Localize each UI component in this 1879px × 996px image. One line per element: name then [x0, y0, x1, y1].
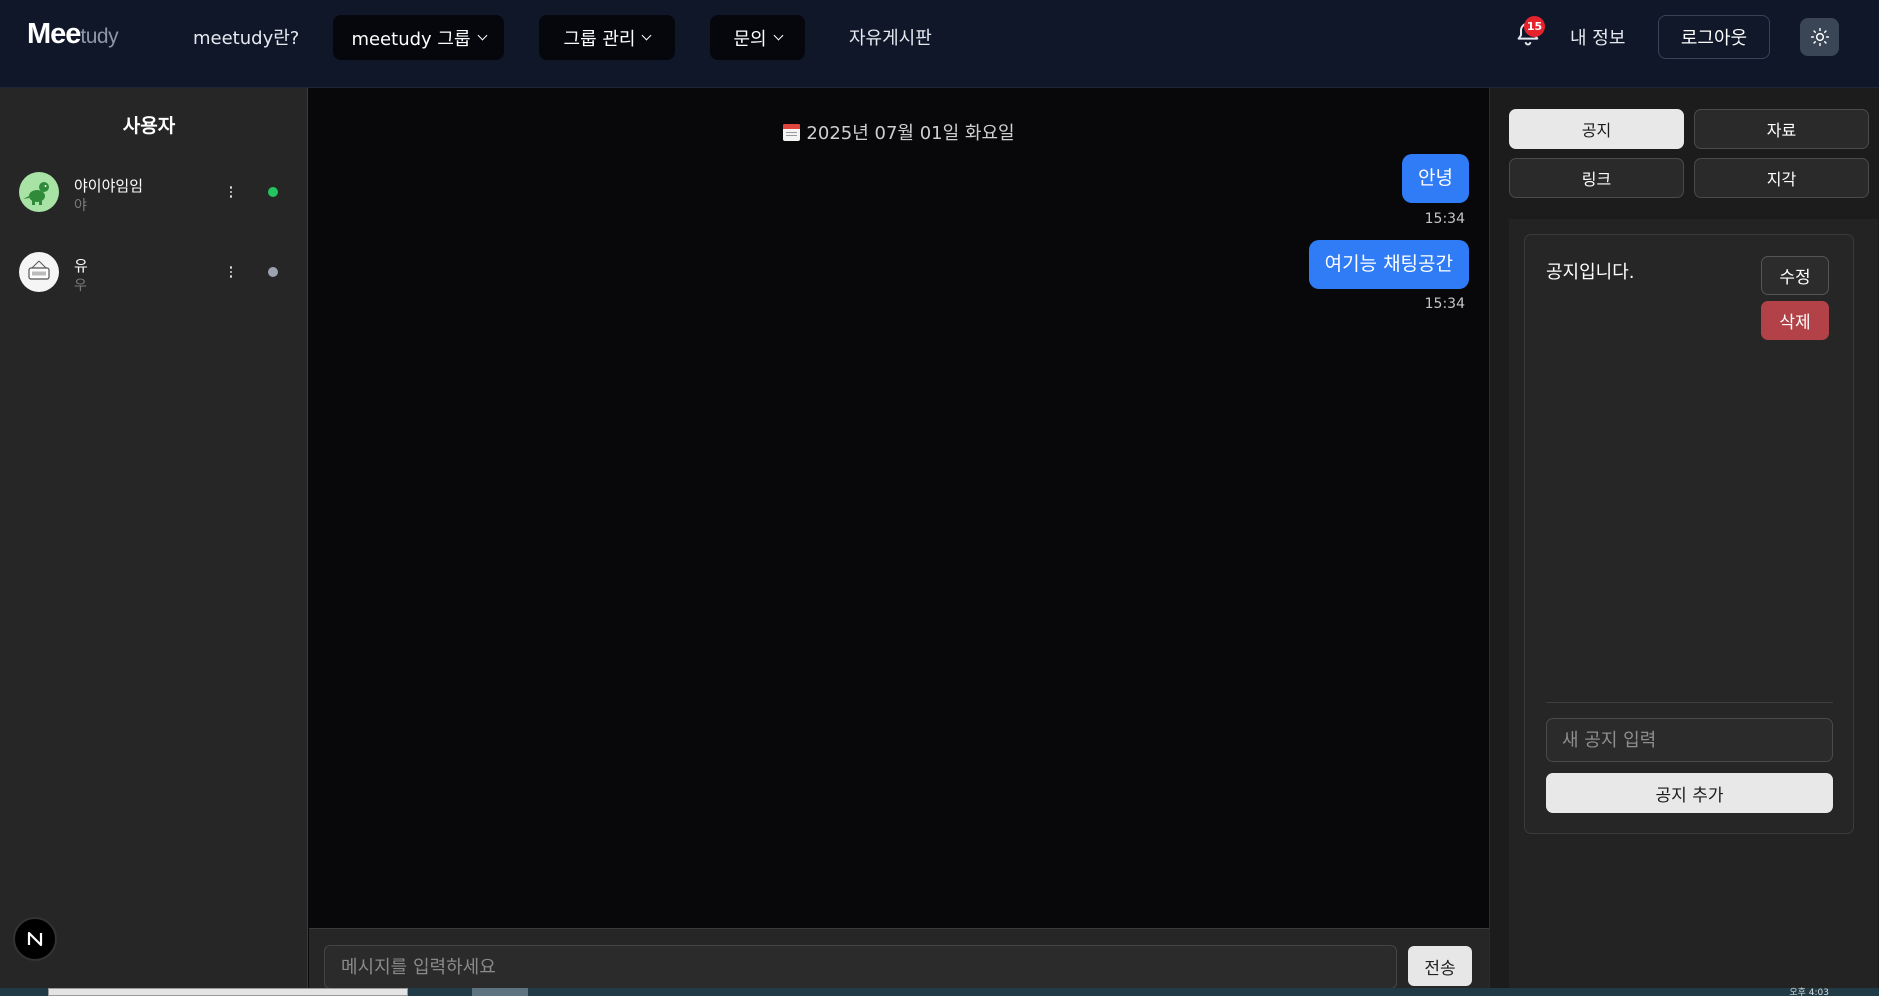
add-notice-button[interactable]: 공지 추가 — [1546, 773, 1833, 813]
date-divider: 2025년 07월 01일 화요일 — [309, 119, 1489, 145]
notice-card: 공지입니다. 수정 삭제 공지 추가 — [1524, 234, 1854, 834]
tab-links[interactable]: 링크 — [1509, 158, 1684, 198]
more-options-icon[interactable] — [223, 264, 239, 280]
online-status-dot — [268, 187, 278, 197]
tab-lateness[interactable]: 지각 — [1694, 158, 1869, 198]
notice-tab-content: 공지입니다. 수정 삭제 공지 추가 — [1509, 219, 1878, 988]
logo-text-light: tudy — [80, 25, 119, 48]
chat-area: 2025년 07월 01일 화요일 안녕 15:34 여기능 채팅공간 15:3… — [309, 88, 1489, 989]
notification-count-badge: 15 — [1524, 16, 1545, 37]
theme-toggle-button[interactable] — [1800, 18, 1839, 56]
taskbar-clock: 오후 4:03 — [1789, 988, 1829, 996]
chevron-down-icon — [773, 30, 784, 41]
user-subtitle: 우 — [74, 278, 87, 294]
nextjs-dev-badge[interactable] — [13, 917, 57, 961]
os-taskbar: 오후 4:03 — [0, 988, 1879, 996]
logout-button[interactable]: 로그아웃 — [1658, 15, 1770, 59]
top-navbar: Mee tudy meetudy란? meetudy 그룹 그룹 관리 문의 자… — [0, 0, 1879, 88]
nav-manage-menu[interactable]: 그룹 관리 — [539, 15, 675, 60]
chat-message-bubble: 여기능 채팅공간 — [1308, 240, 1469, 289]
nav-inquiry-menu-label: 문의 — [733, 28, 767, 50]
dinosaur-avatar-icon — [23, 182, 49, 205]
calendar-icon — [783, 123, 801, 141]
user-list-item[interactable]: 야이야임임 야 — [0, 172, 308, 232]
chevron-down-icon — [642, 30, 652, 41]
nav-board-link[interactable]: 자유게시판 — [849, 24, 932, 54]
sun-icon — [1810, 27, 1829, 47]
nav-my-info-link[interactable]: 내 정보 — [1570, 24, 1625, 54]
tab-materials[interactable]: 자료 — [1694, 109, 1869, 149]
user-sidebar: 사용자 야이야임임 야 유 우 — [0, 88, 308, 988]
meetudy-logo[interactable]: Mee tudy — [27, 18, 119, 58]
nav-manage-menu-label: 그룹 관리 — [563, 28, 636, 50]
tab-notice[interactable]: 공지 — [1509, 109, 1684, 149]
chat-message-bubble: 안녕 — [1402, 154, 1469, 203]
chevron-down-icon — [477, 30, 487, 41]
more-options-icon[interactable] — [223, 184, 239, 200]
message-composer: 전송 — [309, 928, 1489, 989]
message-time: 15:34 — [1424, 211, 1465, 227]
notice-text: 공지입니다. — [1546, 262, 1635, 283]
logo-text-bold: Mee — [27, 18, 81, 50]
message-input[interactable] — [324, 945, 1397, 989]
taskbar-window-item[interactable] — [48, 988, 408, 996]
nav-inquiry-menu[interactable]: 문의 — [710, 15, 805, 60]
avatar — [19, 252, 59, 292]
offline-status-dot — [268, 267, 278, 277]
user-list-item[interactable]: 유 우 — [0, 252, 308, 312]
delete-notice-button[interactable]: 삭제 — [1761, 301, 1829, 340]
nav-group-menu-label: meetudy 그룹 — [351, 28, 471, 50]
divider — [1546, 702, 1833, 703]
avatar — [19, 172, 59, 212]
n-logo-icon — [27, 931, 43, 947]
edit-notice-button[interactable]: 수정 — [1761, 256, 1829, 295]
message-time: 15:34 — [1424, 296, 1465, 312]
open-sign-avatar-icon — [28, 260, 50, 280]
send-button[interactable]: 전송 — [1408, 946, 1472, 986]
sidebar-title: 사용자 — [122, 115, 176, 137]
date-text: 2025년 07월 01일 화요일 — [806, 123, 1015, 144]
user-subtitle: 야 — [74, 198, 87, 214]
taskbar-active-item[interactable] — [472, 988, 528, 996]
user-name: 야이야임임 — [74, 177, 144, 195]
user-name: 유 — [74, 257, 88, 275]
nav-group-menu[interactable]: meetudy 그룹 — [333, 15, 504, 60]
new-notice-input[interactable] — [1546, 718, 1833, 762]
group-side-panel: 공지 자료 링크 지각 공지입니다. 수정 삭제 공지 추가 — [1489, 88, 1879, 988]
nav-about-link[interactable]: meetudy란? — [193, 24, 299, 54]
